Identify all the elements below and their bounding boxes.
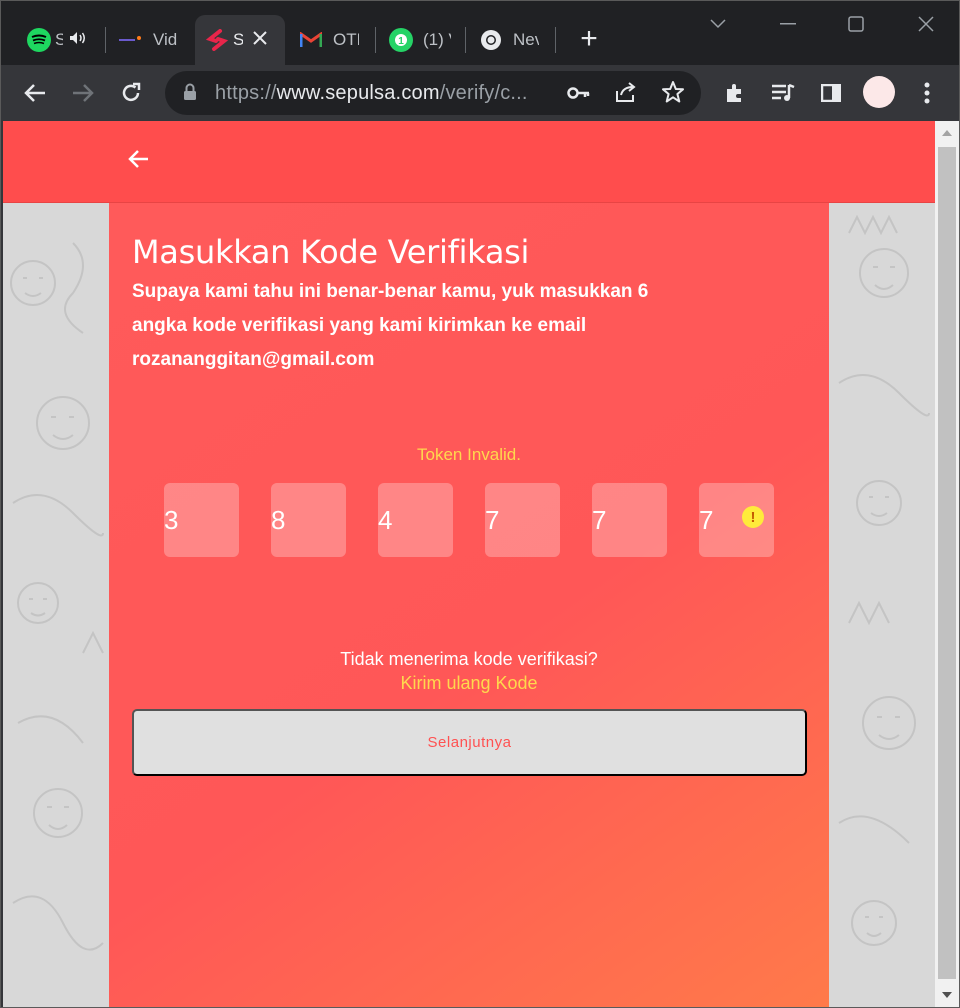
next-button[interactable]: Selanjutnya xyxy=(132,709,807,776)
speaker-icon[interactable] xyxy=(69,30,87,50)
profile-avatar[interactable] xyxy=(863,76,895,108)
otp-digit-3[interactable] xyxy=(378,483,453,557)
new-tab-button[interactable]: + xyxy=(575,24,603,54)
page-header xyxy=(3,121,935,203)
tab-title: OTP xyxy=(333,30,359,49)
vertical-scrollbar[interactable] xyxy=(935,121,959,1007)
doodle-pattern-right xyxy=(838,214,930,946)
tab-title: S xyxy=(233,30,243,50)
forward-button[interactable] xyxy=(65,75,101,111)
tab-title: S xyxy=(55,30,63,50)
otp-digit-2[interactable] xyxy=(271,483,346,557)
extensions-icon[interactable] xyxy=(717,75,753,111)
back-button[interactable] xyxy=(17,75,53,111)
tab-new[interactable]: Nev xyxy=(469,15,549,65)
lock-icon[interactable] xyxy=(183,83,197,106)
scrollbar-thumb[interactable] xyxy=(938,147,956,979)
video-icon xyxy=(119,28,143,52)
maximize-button[interactable] xyxy=(841,11,871,37)
share-icon[interactable] xyxy=(615,81,637,108)
svg-text:1: 1 xyxy=(398,36,404,47)
otp-digit-1[interactable] xyxy=(164,483,239,557)
key-icon[interactable] xyxy=(567,83,591,108)
error-message: Token Invalid. xyxy=(417,445,521,464)
whatsapp-icon: 1 xyxy=(389,28,413,52)
tab-title: Vid xyxy=(153,30,178,49)
scroll-down-arrow-icon[interactable] xyxy=(935,983,959,1007)
verification-description: Supaya kami tahu ini benar-benar kamu, y… xyxy=(132,281,649,336)
tab-video[interactable]: Vid xyxy=(109,15,189,65)
no-code-text: Tidak menerima kode verifikasi? xyxy=(340,649,598,669)
sepulsa-icon xyxy=(205,28,229,52)
otp-digit-5[interactable] xyxy=(592,483,667,557)
page-title: Masukkan Kode Verifikasi xyxy=(132,233,530,271)
media-control-icon[interactable] xyxy=(765,75,801,111)
scroll-up-arrow-icon[interactable] xyxy=(935,121,959,145)
tab-sepulsa[interactable]: S xyxy=(195,15,285,65)
resend-code-link[interactable]: Kirim ulang Kode xyxy=(109,673,829,694)
reload-button[interactable] xyxy=(113,75,149,111)
chrome-icon xyxy=(479,28,503,52)
browser-window: S Vid S OTP xyxy=(0,0,960,1008)
email-address: rozananggitan@gmail.com xyxy=(132,349,375,370)
otp-digit-4[interactable] xyxy=(485,483,560,557)
web-page: Masukkan Kode Verifikasi Supaya kami tah… xyxy=(3,121,935,1007)
tab-whatsapp[interactable]: 1 (1) V xyxy=(379,15,461,65)
close-window-button[interactable] xyxy=(911,11,941,37)
verification-card: Masukkan Kode Verifikasi Supaya kami tah… xyxy=(109,203,829,1007)
doodle-pattern-left xyxy=(10,242,104,951)
bookmark-star-icon[interactable] xyxy=(661,80,685,109)
menu-icon[interactable] xyxy=(909,75,945,111)
url-text: https://www.sepulsa.com/verify/c... xyxy=(215,82,528,104)
spotify-icon xyxy=(27,28,51,52)
tab-strip: S Vid S OTP xyxy=(1,1,959,65)
warning-icon: ! xyxy=(742,506,764,528)
close-icon[interactable] xyxy=(253,30,267,50)
address-bar[interactable]: https://www.sepulsa.com/verify/c... xyxy=(165,71,701,115)
minimize-button[interactable] xyxy=(773,11,803,37)
gmail-icon xyxy=(299,28,323,52)
tab-search-icon[interactable] xyxy=(703,11,733,37)
tab-gmail[interactable]: OTP xyxy=(289,15,369,65)
tab-title: (1) V xyxy=(423,30,451,49)
tab-spotify[interactable]: S xyxy=(17,15,97,65)
browser-toolbar: https://www.sepulsa.com/verify/c... xyxy=(1,65,959,121)
back-arrow-icon[interactable] xyxy=(127,147,155,175)
tab-title: Nev xyxy=(513,30,539,49)
side-panel-icon[interactable] xyxy=(813,75,849,111)
